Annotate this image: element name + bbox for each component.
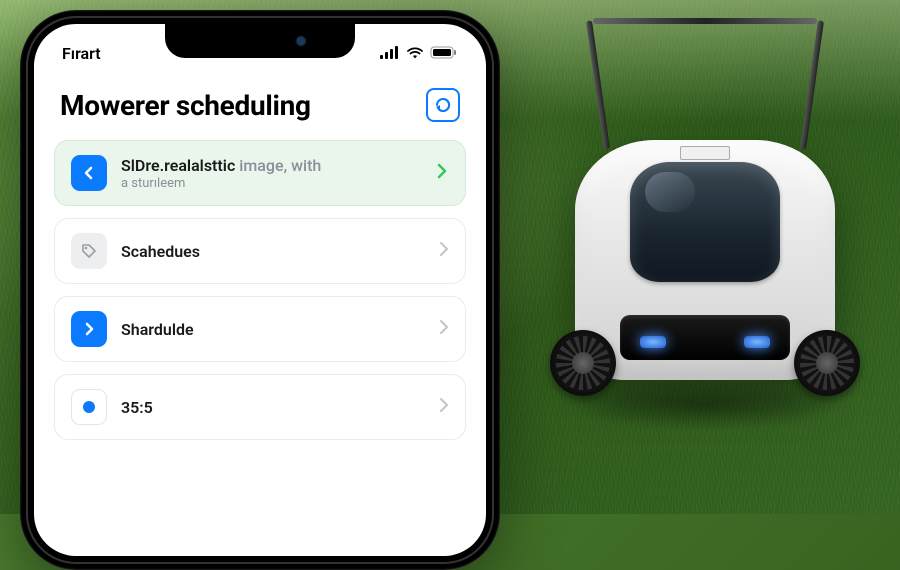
wifi-icon [406,44,424,63]
chevron-right-icon [435,162,449,184]
battery-icon [430,44,458,63]
radio-dot-icon [71,389,107,425]
chevron-right-icon [439,319,449,339]
chevron-right-icon [439,397,449,417]
chevron-left-icon [71,155,107,191]
list-item-title: SlDre.realalsttic image, with [121,156,421,175]
list-item[interactable]: Shardulde [54,296,466,362]
page-title: Mowerer scheduling [60,89,311,122]
list-item-title: Shardulde [121,320,425,339]
mower-image [555,90,855,450]
list-item-active[interactable]: SlDre.realalsttic image, with a sturılee… [54,140,466,206]
schedule-list: SlDre.realalsttic image, with a sturılee… [34,140,486,440]
chevron-right-icon [439,241,449,261]
tag-icon [71,233,107,269]
phone-frame: Fırart [20,10,500,570]
list-item-subtitle: a sturıleem [121,176,421,191]
list-item[interactable]: Scahedues [54,218,466,284]
refresh-button[interactable] [426,88,460,122]
list-item[interactable]: 35:5 [54,374,466,440]
list-item-title: 35:5 [121,398,425,417]
cellular-signal-icon [380,44,400,63]
phone-notch [165,24,355,58]
refresh-icon [434,96,452,114]
status-carrier: Fırart [62,44,101,63]
page-header: Mowerer scheduling [34,68,486,140]
phone-screen: Fırart [34,24,486,556]
chevron-right-badge-icon [71,311,107,347]
list-item-title: Scahedues [121,242,425,261]
